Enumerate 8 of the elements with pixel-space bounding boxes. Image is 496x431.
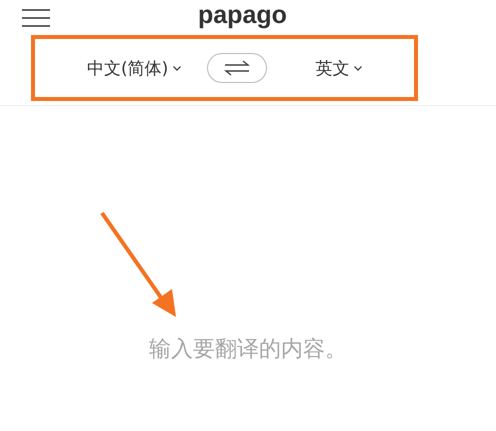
menu-icon[interactable] xyxy=(22,9,50,27)
chevron-down-icon xyxy=(173,66,182,70)
target-language-dropdown[interactable]: 英文 xyxy=(315,56,362,80)
chevron-down-icon xyxy=(354,66,362,70)
swap-arrows-icon xyxy=(224,60,250,76)
source-language-dropdown[interactable]: 中文(简体) xyxy=(87,56,182,80)
app-logo: papago xyxy=(198,2,287,28)
swap-languages-button[interactable] xyxy=(207,53,268,83)
